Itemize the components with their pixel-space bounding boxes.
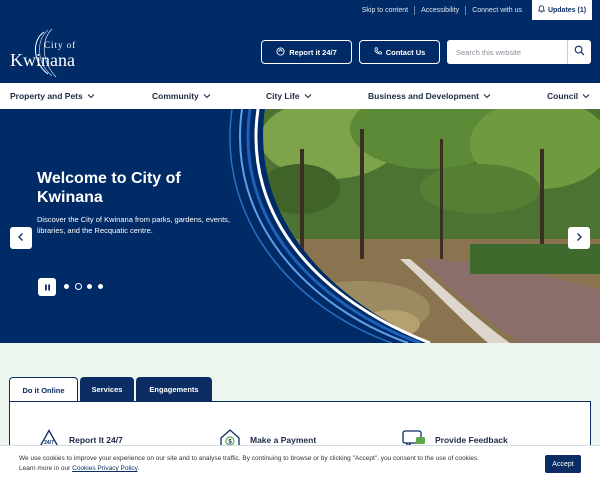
tab-do-it-online[interactable]: Do it Online bbox=[9, 377, 78, 402]
carousel-next-button[interactable] bbox=[568, 227, 590, 249]
report-icon bbox=[276, 46, 285, 58]
chevron-down-icon bbox=[582, 91, 590, 101]
search-icon bbox=[574, 43, 585, 61]
cookie-text: We use cookies to improve your experienc… bbox=[19, 455, 479, 462]
cookie-banner: We use cookies to improve your experienc… bbox=[0, 445, 600, 480]
chevron-left-icon bbox=[17, 229, 25, 247]
nav-item-city-life[interactable]: City Life bbox=[266, 83, 312, 109]
chevron-right-icon bbox=[575, 229, 583, 247]
cookie-message: We use cookies to improve your experienc… bbox=[19, 454, 529, 474]
nav-item-business-and-development[interactable]: Business and Development bbox=[368, 83, 491, 109]
chevron-down-icon bbox=[87, 91, 95, 101]
tile-label: Report It 24/7 bbox=[69, 435, 123, 445]
utility-bar: Skip to content Accessibility Connect wi… bbox=[0, 0, 600, 20]
tab-services[interactable]: Services bbox=[80, 377, 134, 401]
carousel-dot-4[interactable] bbox=[98, 284, 103, 289]
carousel-prev-button[interactable] bbox=[10, 227, 32, 249]
nav-item-community[interactable]: Community bbox=[152, 83, 211, 109]
chevron-down-icon bbox=[483, 91, 491, 101]
nav-item-property-and-pets[interactable]: Property and Pets bbox=[10, 83, 95, 109]
tab-engagements[interactable]: Engagements bbox=[136, 377, 212, 401]
city-of-kwinana-logo[interactable]: City of Kwinana bbox=[8, 28, 90, 78]
hero-carousel: Welcome to City of Kwinana Discover the … bbox=[0, 109, 600, 343]
site-header: City of Kwinana Report it 24/7 Contact U… bbox=[0, 20, 600, 83]
report-label: Report it 24/7 bbox=[289, 47, 337, 57]
phone-icon bbox=[374, 47, 382, 57]
nav-item-label: City Life bbox=[266, 91, 300, 101]
site-search bbox=[447, 40, 591, 64]
skip-to-content-link[interactable]: Skip to content bbox=[356, 5, 416, 15]
utility-links: Skip to content Accessibility Connect wi… bbox=[356, 0, 528, 20]
accessibility-link[interactable]: Accessibility bbox=[415, 5, 467, 15]
pause-icon bbox=[44, 278, 51, 296]
tile-label: Make a Payment bbox=[250, 435, 317, 445]
carousel-pause-button[interactable] bbox=[38, 278, 56, 296]
nav-item-label: Council bbox=[547, 91, 579, 101]
main-navigation: Property and Pets Community City Life Bu… bbox=[0, 83, 600, 109]
updates-label: Updates (1) bbox=[547, 6, 587, 14]
carousel-dot-2[interactable] bbox=[75, 283, 82, 290]
cookies-privacy-policy-link[interactable]: Cookies Privacy Policy bbox=[72, 465, 137, 472]
cookie-learn-prefix: Learn more in our bbox=[19, 465, 71, 472]
hero-title: Welcome to City of Kwinana bbox=[37, 170, 181, 206]
connect-with-us-link[interactable]: Connect with us bbox=[466, 6, 528, 15]
nav-item-council[interactable]: Council bbox=[547, 83, 590, 109]
chevron-down-icon bbox=[203, 91, 211, 101]
bell-icon bbox=[537, 5, 546, 15]
report-it-button[interactable]: Report it 24/7 bbox=[261, 40, 352, 64]
hero-description: Discover the City of Kwinana from parks,… bbox=[37, 215, 231, 235]
contact-us-button[interactable]: Contact Us bbox=[359, 40, 440, 64]
contact-label: Contact Us bbox=[385, 47, 426, 57]
logo-city-text: City of bbox=[44, 40, 77, 50]
accept-cookies-button[interactable]: Accept bbox=[545, 455, 581, 473]
logo-name-text: Kwinana bbox=[10, 50, 75, 70]
search-input[interactable] bbox=[447, 40, 567, 64]
carousel-dot-3[interactable] bbox=[87, 284, 92, 289]
search-button[interactable] bbox=[567, 40, 591, 64]
chevron-down-icon bbox=[304, 91, 312, 101]
carousel-dot-1[interactable] bbox=[64, 284, 69, 289]
nav-item-label: Community bbox=[152, 91, 199, 101]
nav-item-label: Property and Pets bbox=[10, 91, 83, 101]
nav-item-label: Business and Development bbox=[368, 91, 480, 101]
updates-button[interactable]: Updates (1) bbox=[532, 0, 592, 20]
tile-label: Provide Feedback bbox=[435, 435, 508, 445]
cookie-learn-suffix: . bbox=[137, 465, 140, 472]
